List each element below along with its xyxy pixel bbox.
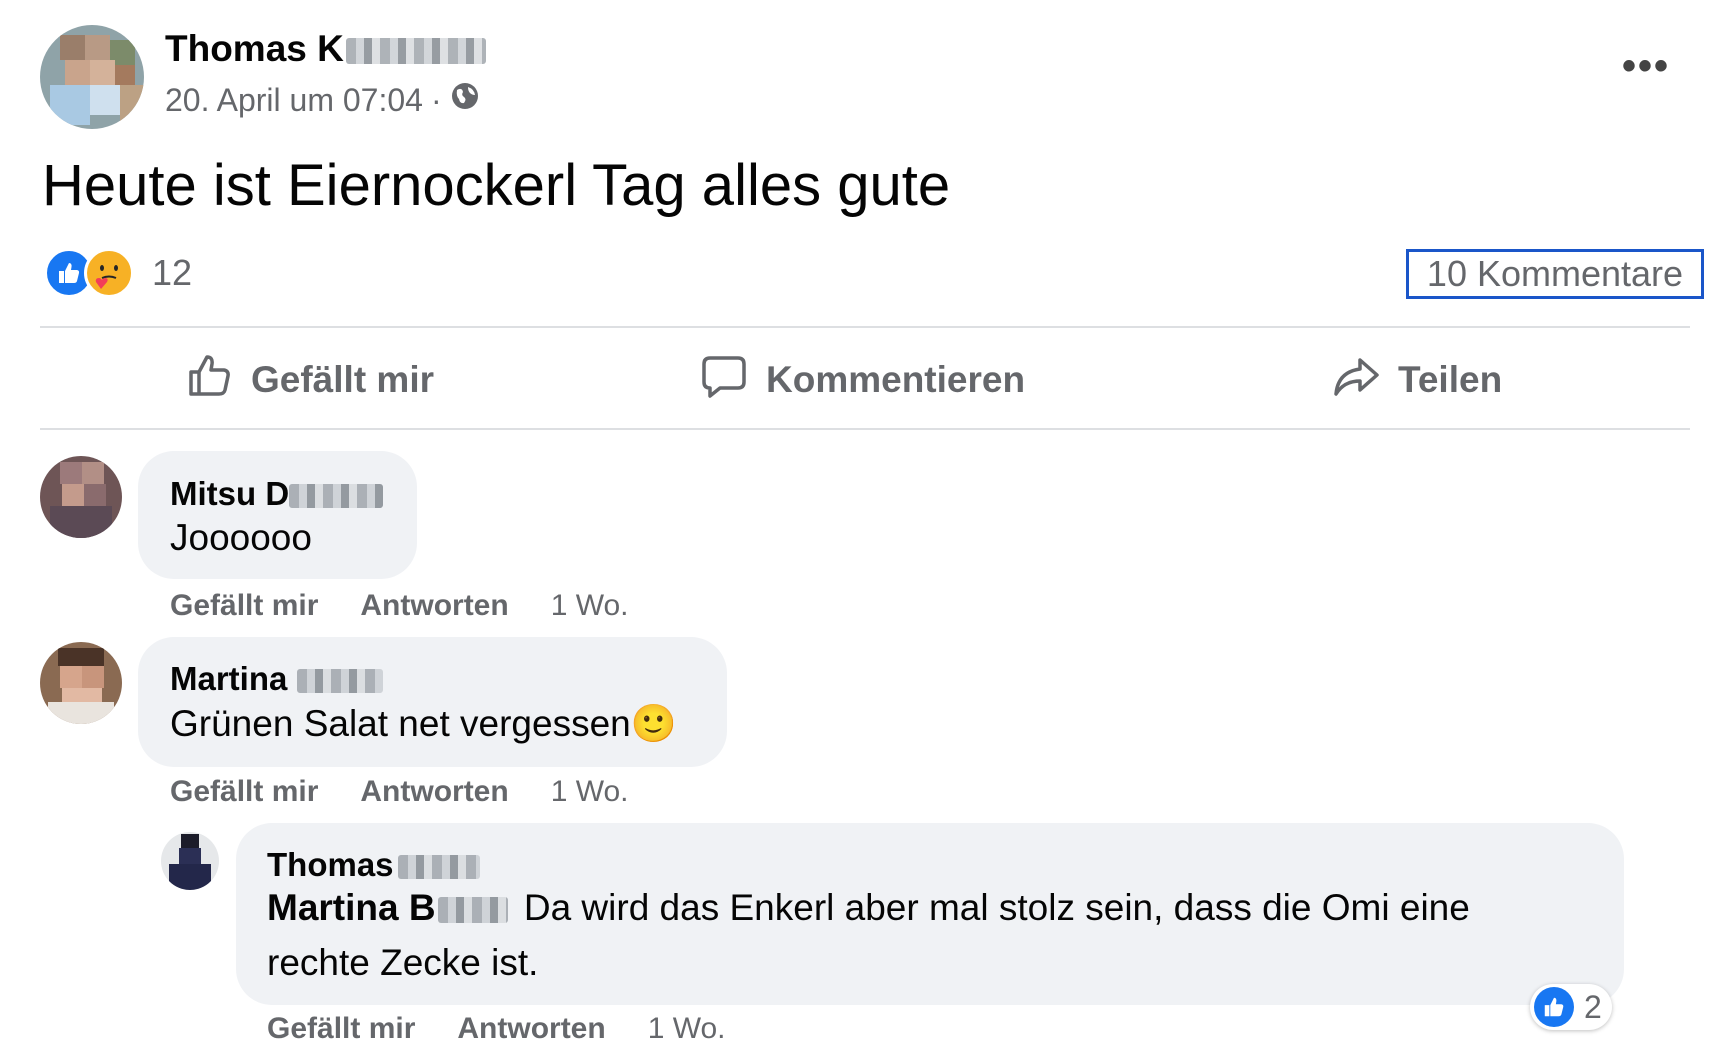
reply-actions: Gefällt mir Antworten 1 Wo. — [267, 1012, 726, 1046]
comment-button-label: Kommentieren — [766, 359, 1026, 400]
comment-time[interactable]: 1 Wo. — [551, 589, 629, 623]
share-button-label: Teilen — [1398, 359, 1503, 400]
comment-avatar[interactable] — [40, 642, 122, 724]
comment-button[interactable]: Kommentieren — [700, 355, 1025, 405]
share-arrow-icon — [1332, 352, 1380, 409]
globe-icon — [450, 81, 480, 119]
reply-reply-link[interactable]: Antworten — [457, 1012, 605, 1046]
comment-like-link[interactable]: Gefällt mir — [170, 589, 318, 623]
share-button[interactable]: Teilen — [1332, 355, 1502, 405]
comment-author[interactable]: Martina — [170, 660, 384, 698]
care-reaction-icon — [84, 248, 134, 298]
comment-author-text: Martina — [170, 660, 288, 697]
like-reaction-icon — [1534, 987, 1574, 1027]
post-timestamp[interactable]: 20. April um 07:04 — [165, 82, 423, 119]
post-author-avatar[interactable] — [40, 25, 144, 129]
smile-emoji-icon: 🙂 — [630, 702, 677, 745]
reaction-count[interactable]: 12 — [152, 252, 192, 294]
comment-reply-link[interactable]: Antworten — [360, 775, 508, 809]
redaction-blur — [289, 484, 384, 509]
reply-text-content: Da wird das Enkerl aber mal stolz sein, … — [523, 887, 1470, 928]
post-meta: 20. April um 07:04 · — [165, 81, 480, 119]
like-button-label: Gefällt mir — [251, 359, 434, 400]
reply-text-line2: rechte Zecke ist. — [267, 942, 539, 983]
post-author-name[interactable]: Thomas K — [165, 28, 486, 70]
comment-actions: Gefällt mir Antworten 1 Wo. — [170, 775, 629, 809]
reply-mention-text: Martina B — [267, 887, 436, 928]
like-button[interactable]: Gefällt mir — [185, 354, 434, 405]
reply-author[interactable]: Thomas — [267, 846, 480, 884]
comment-actions: Gefällt mir Antworten 1 Wo. — [170, 589, 629, 623]
reply-mention[interactable]: Martina B — [267, 887, 508, 928]
post-text: Heute ist Eiernockerl Tag alles gute — [42, 153, 951, 218]
comment-reply-link[interactable]: Antworten — [360, 589, 508, 623]
reply-author-text: Thomas — [267, 846, 394, 883]
comment-avatar[interactable] — [40, 456, 122, 538]
reply-like-link[interactable]: Gefällt mir — [267, 1012, 415, 1046]
comment-text-content: Grünen Salat net vergessen — [170, 703, 631, 744]
redaction-blur — [397, 855, 480, 880]
divider — [40, 326, 1690, 328]
reply-reaction-count: 2 — [1584, 988, 1602, 1025]
reply-text-line1: Martina B Da wird das Enkerl aber mal st… — [267, 887, 1470, 929]
divider — [40, 428, 1690, 430]
reactions-summary[interactable]: 12 — [44, 248, 192, 298]
thumbs-up-icon — [185, 352, 233, 409]
more-options-icon[interactable]: ••• — [1622, 46, 1670, 86]
comment-bubble-icon — [700, 352, 748, 409]
reply-time[interactable]: 1 Wo. — [648, 1012, 726, 1046]
comment-bubble — [138, 451, 417, 579]
comment-time[interactable]: 1 Wo. — [551, 775, 629, 809]
comment-author[interactable]: Mitsu D — [170, 475, 384, 513]
comment-like-link[interactable]: Gefällt mir — [170, 775, 318, 809]
redaction-blur — [345, 38, 486, 65]
comment-author-text: Mitsu D — [170, 475, 290, 512]
redaction-blur — [297, 669, 384, 694]
reply-avatar[interactable] — [161, 832, 219, 890]
post-author-name-text: Thomas K — [165, 28, 344, 69]
comment-text: Grünen Salat net vergessen🙂 — [170, 702, 677, 746]
reply-reaction-badge[interactable]: 2 — [1530, 984, 1612, 1030]
comments-count-link[interactable]: 10 Kommentare — [1406, 249, 1704, 299]
redaction-blur — [437, 897, 508, 924]
meta-separator: · — [430, 81, 442, 118]
comment-text: Joooooo — [170, 517, 312, 558]
